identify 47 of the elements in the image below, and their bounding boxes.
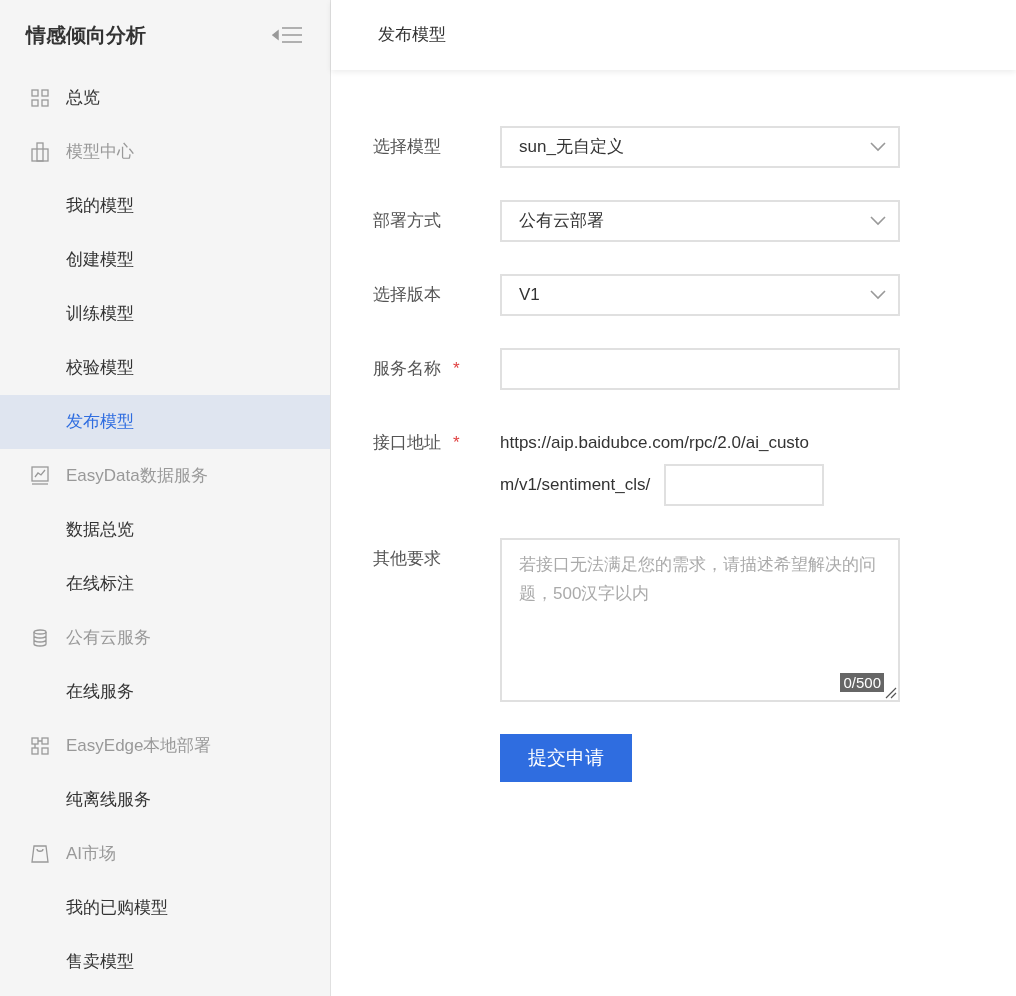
sidebar-item[interactable]: 训练模型 [0,287,330,341]
field-label: 部署方式 [373,210,441,233]
required-mark: * [453,432,460,455]
page-title: 发布模型 [378,24,446,47]
input-field[interactable] [500,348,900,390]
field-label: 其他要求 [373,548,441,571]
sidebar-item[interactable]: 在线服务 [0,665,330,719]
char-counter: 0/500 [840,673,884,692]
select-field[interactable]: sun_无自定义 [500,126,900,168]
chevron-down-icon [870,216,886,226]
bag-icon [31,845,49,863]
sidebar-item[interactable]: 总览 [0,71,330,125]
sidebar-item[interactable]: 我的模型 [0,179,330,233]
textarea-field[interactable]: 若接口无法满足您的需求，请描述希望解决的问题，500汉字以内 0/500 [500,538,900,702]
select-field[interactable]: V1 [500,274,900,316]
sidebar-item[interactable]: 纯离线服务 [0,773,330,827]
sidebar-item[interactable]: 校验模型 [0,341,330,395]
url-text: m/v1/sentiment_cls/ [500,474,651,497]
chevron-down-icon [870,142,886,152]
field-label: 接口地址 [373,432,441,455]
resize-handle-icon[interactable] [885,687,897,699]
select-value: sun_无自定义 [519,136,624,159]
field-label: 选择版本 [373,284,441,307]
chevron-down-icon [870,290,886,300]
collapse-menu-icon[interactable] [272,26,304,44]
building-icon [31,142,49,162]
sidebar-item[interactable]: 数据总览 [0,503,330,557]
select-value: V1 [519,284,540,307]
input-field[interactable] [664,464,825,506]
sidebar-item[interactable]: 我的已购模型 [0,881,330,935]
select-field[interactable]: 公有云部署 [500,200,900,242]
database-icon [32,629,48,647]
sidebar-item[interactable]: 创建模型 [0,233,330,287]
required-mark: * [453,358,460,381]
chart-monitor-icon [31,466,49,486]
field-label: 服务名称 [373,358,441,381]
nodes-icon [31,737,49,755]
select-value: 公有云部署 [519,210,604,233]
sidebar-item[interactable]: 售卖模型 [0,935,330,989]
placeholder-text: 若接口无法满足您的需求，请描述希望解决的问题，500汉字以内 [519,555,876,603]
field-label: 选择模型 [373,136,441,159]
submit-button[interactable]: 提交申请 [500,734,632,782]
app-title: 情感倾向分析 [26,23,146,48]
sidebar-item[interactable]: 发布模型 [0,395,330,449]
url-text: https://aip.baidubce.com/rpc/2.0/ai_custo [500,432,809,455]
grid-icon [31,89,49,107]
sidebar-item[interactable]: 在线标注 [0,557,330,611]
